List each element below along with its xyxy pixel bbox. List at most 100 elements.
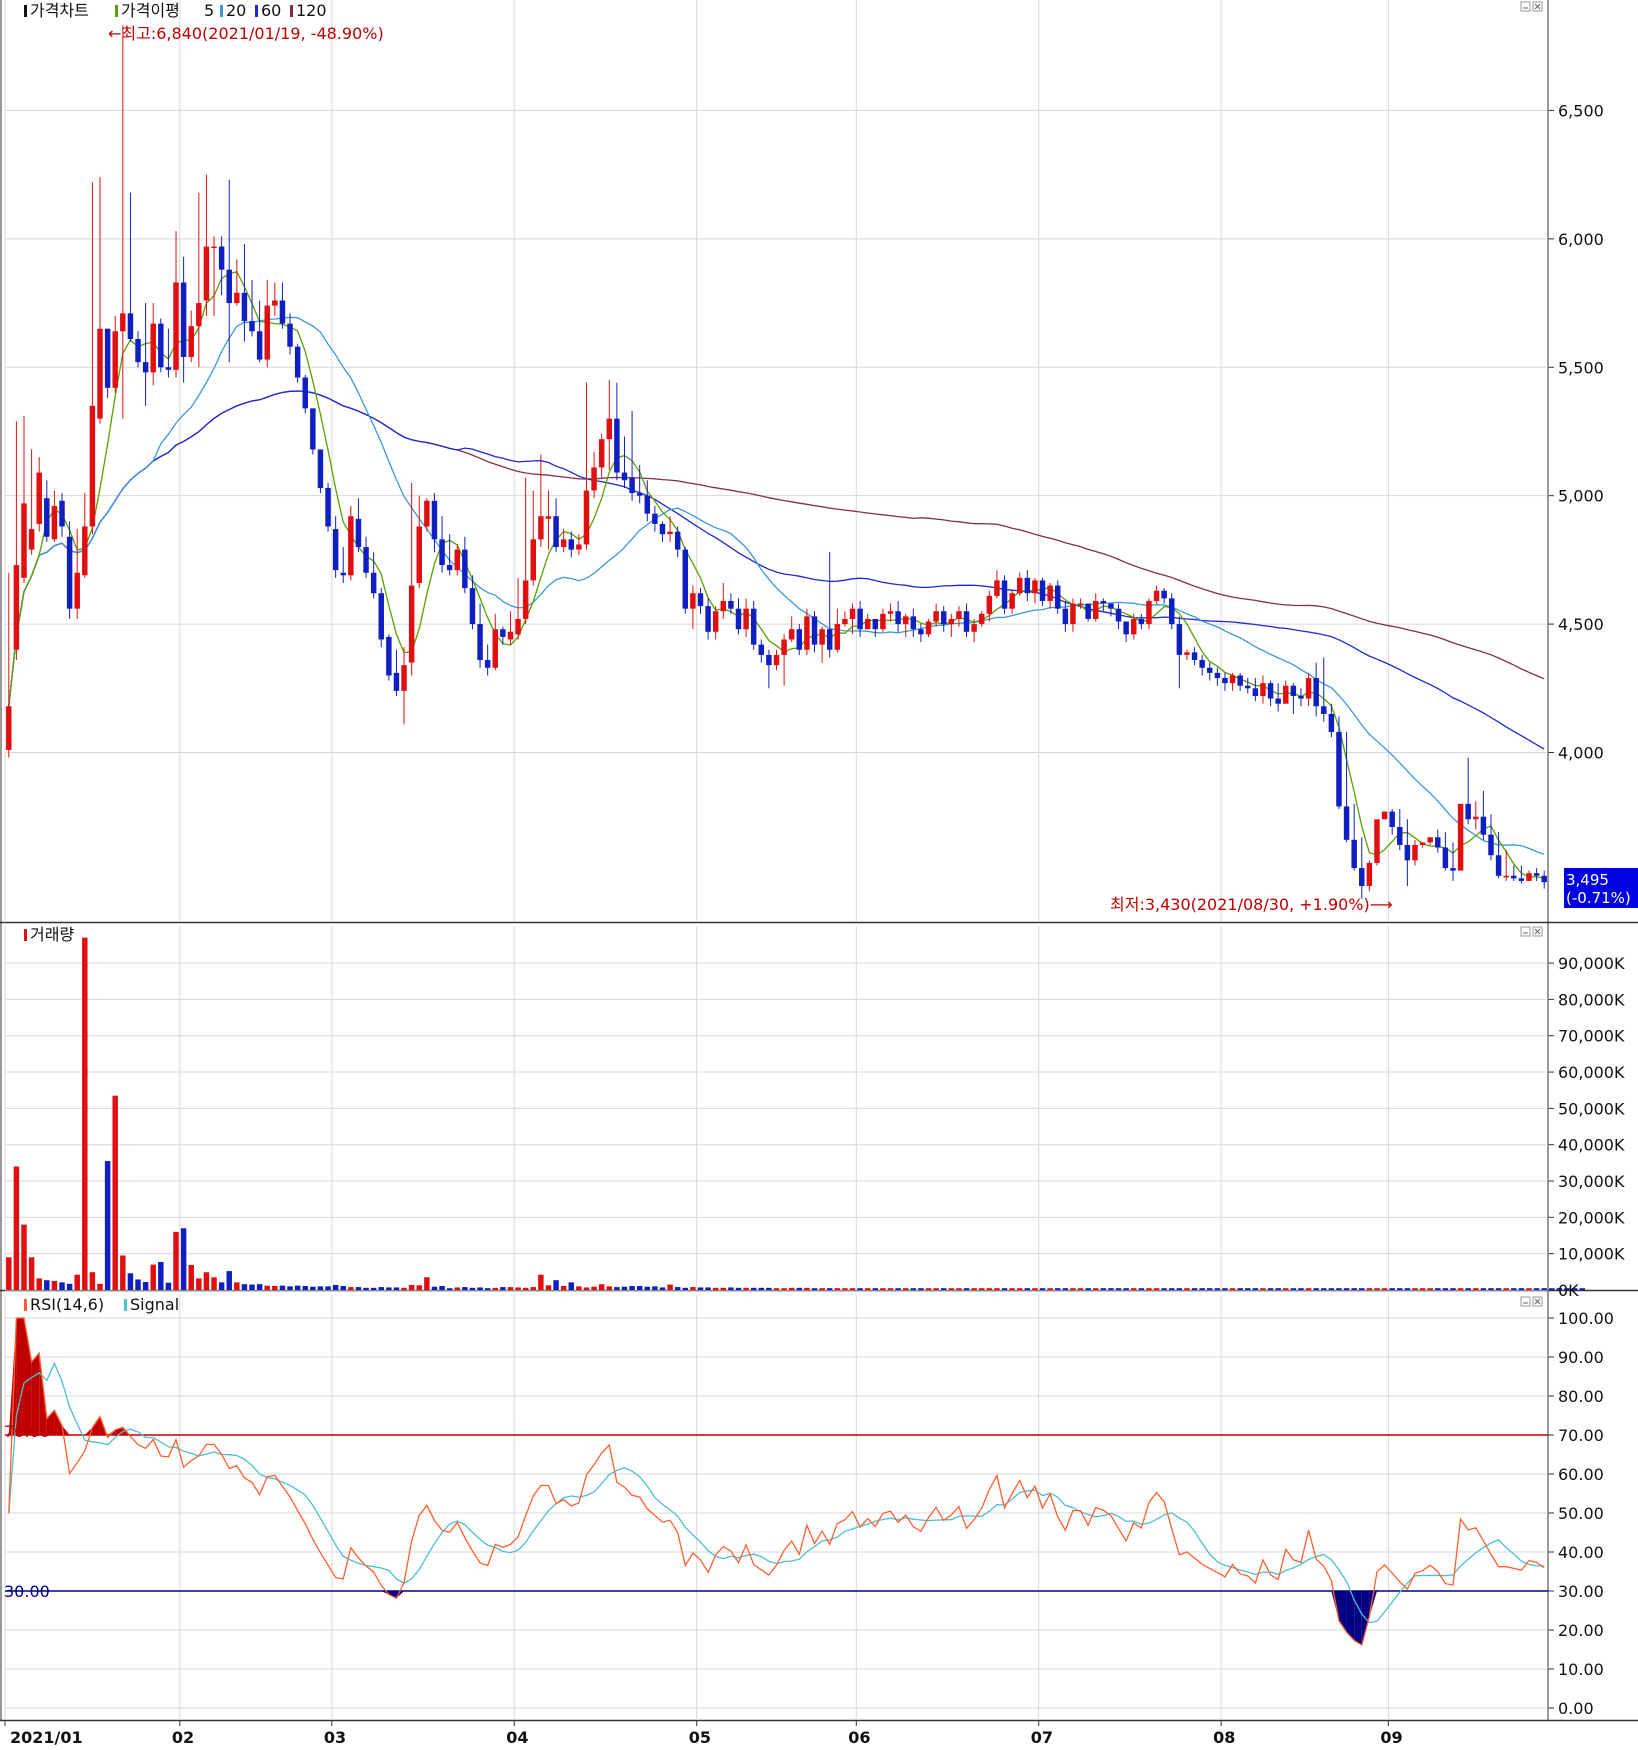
- candle: [1374, 819, 1380, 866]
- candle-body: [1032, 580, 1038, 594]
- volume-bar: [583, 1287, 590, 1290]
- candle-body: [355, 518, 362, 548]
- minimize-icon[interactable]: [1520, 926, 1531, 937]
- rsi-tick-label: 70.00: [1558, 1426, 1604, 1445]
- volume-bar: [986, 1288, 993, 1290]
- candle: [925, 618, 932, 637]
- volume-bar: [644, 1286, 651, 1290]
- volume-bar: [918, 1288, 924, 1290]
- volume-bar: [1032, 1288, 1038, 1290]
- volume-bar: [439, 1286, 445, 1290]
- candle-body: [781, 639, 787, 655]
- volume-bar: [1184, 1288, 1190, 1290]
- volume-bar: [340, 1286, 346, 1290]
- volume-bar: [712, 1287, 719, 1290]
- volume-bar: [819, 1288, 825, 1290]
- candle-body: [712, 611, 719, 632]
- candle-body: [1199, 660, 1205, 668]
- candle-body: [104, 328, 111, 388]
- volume-bar: [857, 1288, 863, 1290]
- volume-bar: [89, 1272, 96, 1290]
- candle-body: [127, 313, 134, 340]
- price-legend: 가격차트 가격이평 5 20 60 120: [24, 1, 327, 20]
- candle-body: [1085, 603, 1091, 619]
- candle-body: [469, 588, 476, 625]
- volume-bar: [264, 1285, 270, 1290]
- price-tick-label: 4,500: [1558, 615, 1604, 634]
- candle-body: [811, 616, 818, 645]
- candle-body: [857, 608, 863, 630]
- candle-body: [408, 585, 415, 663]
- candle: [104, 328, 111, 399]
- candle-body: [484, 660, 491, 668]
- price-tick-label: 5,500: [1558, 358, 1604, 377]
- volume-tick-label: 60,000K: [1558, 1063, 1625, 1082]
- volume-bar: [652, 1286, 658, 1290]
- volume-bar: [294, 1285, 301, 1290]
- volume-bar: [355, 1287, 362, 1290]
- candle-body: [1146, 600, 1152, 625]
- candle-body: [1237, 675, 1243, 686]
- volume-bar: [302, 1286, 308, 1290]
- candle-body: [1397, 826, 1403, 845]
- volume-bar: [781, 1288, 787, 1290]
- candle: [1169, 593, 1175, 630]
- volume-bar: [378, 1287, 384, 1290]
- volume-bar: [864, 1288, 871, 1290]
- volume-bar: [142, 1282, 149, 1290]
- volume-bar: [1457, 1288, 1464, 1290]
- candle: [682, 547, 689, 614]
- volume-bar: [1397, 1288, 1403, 1290]
- candle: [294, 344, 301, 383]
- candle-body: [28, 529, 35, 550]
- minimize-icon[interactable]: [1520, 1296, 1531, 1307]
- volume-bar: [1450, 1288, 1456, 1290]
- candle-body: [1131, 618, 1137, 635]
- candle-body: [1442, 847, 1449, 869]
- candle-body: [1184, 652, 1190, 655]
- volume-bar: [1009, 1288, 1015, 1290]
- candle-body: [340, 572, 346, 576]
- candle: [386, 634, 392, 681]
- candle-body: [234, 292, 240, 304]
- volume-bar: [1245, 1288, 1251, 1290]
- volume-bar: [332, 1284, 339, 1290]
- candle-body: [325, 487, 331, 527]
- volume-bar: [279, 1285, 286, 1290]
- candle-body: [165, 367, 172, 370]
- candle-body: [1062, 608, 1069, 625]
- price-tick-label: 5,000: [1558, 487, 1604, 506]
- candle-body: [416, 526, 422, 583]
- candle-body: [120, 313, 126, 332]
- candle-body: [621, 472, 628, 481]
- candle-body: [13, 565, 20, 650]
- x-tick-label: 08: [1213, 1728, 1235, 1747]
- volume-bar: [150, 1264, 156, 1290]
- volume-bar: [1473, 1288, 1479, 1290]
- candle-body: [553, 516, 559, 548]
- volume-bar: [6, 1257, 12, 1290]
- candle-body: [956, 611, 962, 619]
- volume-bar: [629, 1286, 635, 1290]
- candle-body: [842, 618, 848, 625]
- candle-body: [1351, 839, 1357, 869]
- candle-body: [393, 672, 400, 691]
- candle-body: [560, 539, 567, 548]
- volume-bar: [522, 1287, 529, 1290]
- volume-bar: [728, 1287, 734, 1290]
- candle-body: [918, 629, 924, 635]
- volume-bar: [682, 1287, 689, 1290]
- volume-tick-label: 80,000K: [1558, 990, 1625, 1009]
- volume-bar: [454, 1287, 460, 1290]
- volume-bar: [1503, 1288, 1509, 1290]
- candle-body: [1001, 580, 1008, 609]
- candle-body: [97, 328, 103, 419]
- candle-body: [834, 624, 841, 650]
- volume-bar: [363, 1287, 369, 1290]
- candle-body: [1427, 837, 1433, 843]
- candle-body: [925, 621, 932, 635]
- minimize-icon[interactable]: [1520, 1, 1531, 12]
- candle-body: [256, 331, 263, 360]
- volume-bar: [1123, 1288, 1129, 1290]
- candle-body: [773, 654, 780, 666]
